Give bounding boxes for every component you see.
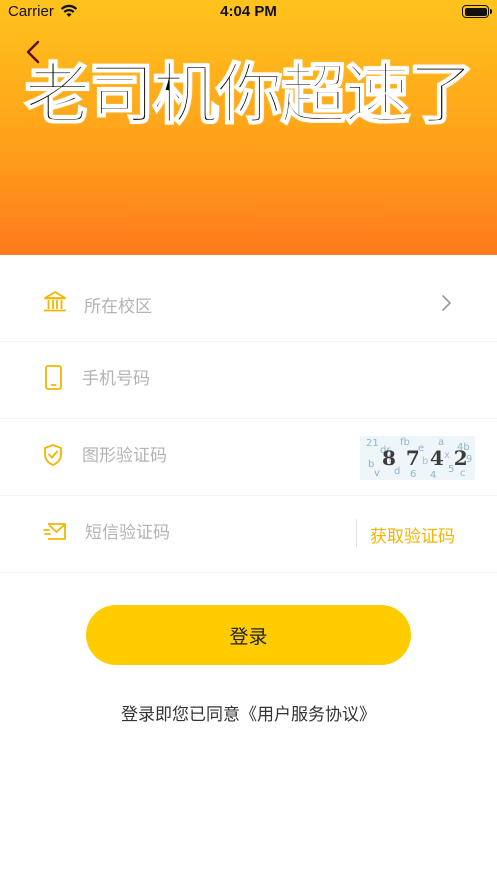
back-arrow-icon[interactable] — [22, 38, 46, 66]
phone-input[interactable] — [82, 369, 332, 389]
message-envelope-icon — [43, 522, 69, 548]
get-code-button[interactable]: 获取验证码 — [370, 522, 455, 547]
header-banner: 老司机你超速了 — [0, 0, 497, 255]
shield-check-icon — [42, 443, 68, 469]
svg-text:6: 6 — [410, 469, 416, 480]
chevron-right-icon — [439, 292, 453, 314]
agreement-prefix: 登录即您已同意 — [121, 705, 240, 725]
campus-select[interactable]: 所在校区 — [0, 265, 497, 342]
captcha-input[interactable] — [82, 446, 332, 466]
svg-text:4: 4 — [430, 470, 436, 480]
sms-code-input[interactable] — [85, 523, 335, 543]
captcha-image[interactable]: 21 dr fb e a 4b bvd 645 c9b gx 8742 — [360, 436, 478, 481]
svg-text:21: 21 — [366, 438, 379, 449]
login-button[interactable]: 登录 — [86, 605, 411, 665]
phone-row — [0, 342, 497, 419]
phone-icon — [41, 364, 67, 390]
battery-icon — [462, 5, 492, 18]
banner-title: 老司机你超速了 — [24, 56, 476, 133]
user-agreement-link[interactable]: 《用户服务协议》 — [240, 705, 376, 725]
captcha-code: 8742 — [382, 446, 478, 470]
sms-divider — [356, 519, 357, 547]
clock: 4:04 PM — [220, 3, 277, 20]
svg-text:v: v — [374, 468, 380, 479]
school-building-icon — [42, 289, 68, 315]
status-bar: Carrier 4:04 PM — [0, 0, 497, 26]
campus-placeholder: 所在校区 — [84, 297, 152, 317]
agreement-text: 登录即您已同意《用户服务协议》 — [0, 700, 497, 725]
